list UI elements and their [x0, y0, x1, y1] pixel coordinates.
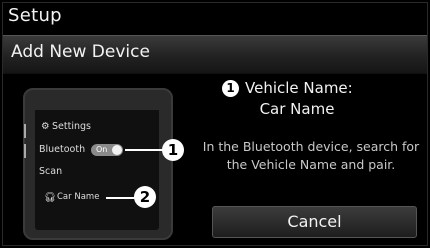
- phone-sidebar-marker: [24, 144, 26, 158]
- cancel-button[interactable]: Cancel: [212, 206, 417, 238]
- phone-status-bar: [35, 106, 159, 110]
- step-badge: 1: [222, 80, 239, 97]
- vehicle-name-label: Vehicle Name:: [245, 79, 353, 97]
- callout-marker-2: 2: [134, 186, 156, 208]
- callout-line-1: [125, 149, 165, 151]
- vehicle-name-value: Car Name: [259, 100, 335, 118]
- phone-device-label: Car Name: [57, 192, 100, 202]
- phone-sidebar-marker: [24, 124, 26, 138]
- callout-line-2: [106, 197, 136, 199]
- callout-marker-1: 1: [162, 139, 184, 161]
- subheader-bar: Add New Device: [3, 35, 427, 74]
- gear-icon: ⚙: [41, 121, 50, 132]
- pairing-instruction: In the Bluetooth device, search for the …: [202, 139, 420, 172]
- subheader-title: Add New Device: [11, 42, 150, 62]
- phone-illustration: [23, 88, 173, 240]
- phone-settings-label: Settings: [52, 121, 91, 132]
- headphones-icon: 🎧︎: [44, 192, 57, 203]
- page-title: Setup: [8, 5, 62, 26]
- bluetooth-toggle: On: [91, 144, 123, 156]
- bluetooth-toggle-label: On: [96, 145, 108, 154]
- phone-bluetooth-label: Bluetooth: [39, 144, 86, 155]
- phone-scan-label: Scan: [39, 166, 63, 177]
